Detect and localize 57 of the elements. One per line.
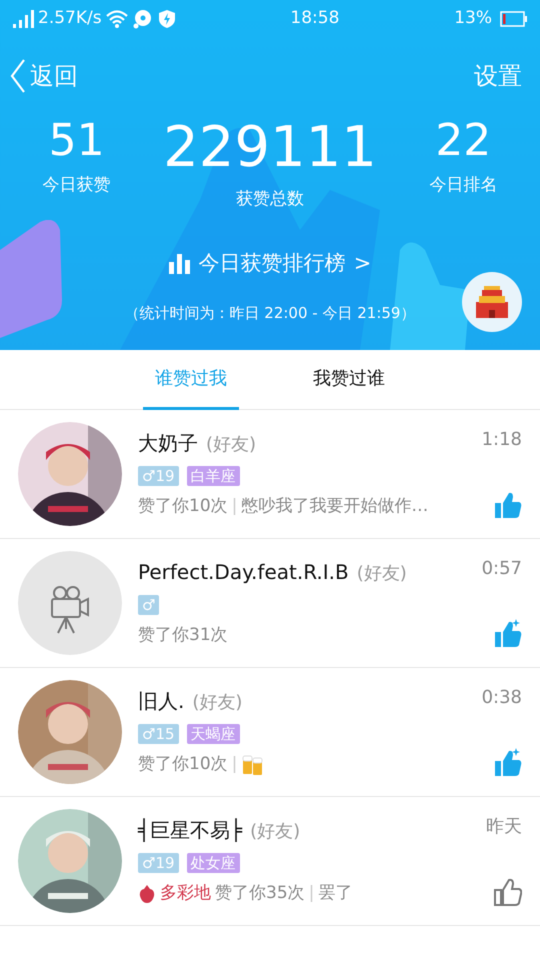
- status-time: 18:58: [290, 8, 340, 28]
- shield-icon: [158, 9, 176, 29]
- separator: |: [232, 753, 238, 776]
- like-time: 0:57: [482, 557, 522, 581]
- gender-age-tag: ♂19: [138, 466, 179, 486]
- beer-mugs-icon: [241, 753, 266, 777]
- zodiac-tag: 处女座: [186, 853, 240, 874]
- battery-icon: [500, 11, 528, 27]
- disc-icon: [132, 9, 154, 29]
- stat-label: 今日获赞: [42, 174, 111, 198]
- badge-name: 多彩地: [160, 882, 211, 906]
- network-speed: 2.57K/s: [38, 7, 102, 30]
- ranking-arrow: >: [354, 250, 372, 278]
- stat-value: 51: [48, 117, 105, 166]
- like-time: 昨天: [486, 815, 522, 839]
- friend-label: (好友): [250, 820, 300, 844]
- like-count: 赞了你10次: [138, 495, 228, 518]
- zodiac-tag: 白羊座: [186, 466, 240, 486]
- signal-icon: [12, 10, 34, 28]
- palace-badge-icon[interactable]: [462, 272, 522, 332]
- gender-age-tag: ♂: [138, 595, 160, 616]
- stats-period: （统计时间为：昨日 22:00 - 今日 21:59）: [124, 302, 416, 324]
- friend-label: (好友): [192, 691, 242, 716]
- bar-chart-icon: [168, 254, 191, 274]
- tab[interactable]: 我赞过谁: [301, 350, 397, 410]
- ranking-link[interactable]: 今日获赞排行榜: [198, 248, 346, 280]
- like-time: 0:38: [482, 686, 522, 710]
- like-time: 1:18: [482, 428, 522, 452]
- user-status: 憋吵我了我要开始做作…: [241, 495, 428, 518]
- camera-avatar-icon: [18, 551, 122, 655]
- like-count: 赞了你31次: [138, 624, 228, 648]
- stat-label: 获赞总数: [236, 188, 304, 211]
- wifi-icon: [106, 10, 128, 28]
- stat-label: 今日排名: [429, 174, 498, 198]
- separator: |: [232, 495, 238, 518]
- user-name: 大奶子: [138, 430, 198, 458]
- separator: |: [308, 882, 314, 906]
- zodiac-tag: 天蝎座: [186, 724, 240, 744]
- like-count: 赞了你10次: [138, 753, 228, 776]
- like-count: 赞了你35次: [215, 882, 305, 906]
- user-status: 罢了: [318, 882, 352, 906]
- user-name: ╡巨星不易╞: [138, 817, 242, 844]
- gender-age-tag: ♂15: [138, 724, 179, 744]
- back-button[interactable]: 返回: [10, 58, 78, 94]
- gender-age-tag: ♂19: [138, 853, 179, 874]
- thumbs-up-icon[interactable]: [492, 877, 522, 909]
- battery-percent: 13%: [454, 7, 492, 30]
- user-name: 旧人.: [138, 688, 184, 716]
- user-name: Perfect.Day.feat.R.I.B: [138, 559, 349, 586]
- settings-link[interactable]: 设置: [474, 58, 522, 94]
- badge-icon: [138, 884, 156, 904]
- back-chevron-icon: [10, 58, 26, 92]
- friend-label: (好友): [206, 433, 256, 458]
- tab[interactable]: 谁赞过我: [143, 350, 239, 410]
- stat-value: 229111: [163, 117, 377, 179]
- stat-value: 22: [435, 117, 492, 166]
- friend-label: (好友): [356, 562, 407, 586]
